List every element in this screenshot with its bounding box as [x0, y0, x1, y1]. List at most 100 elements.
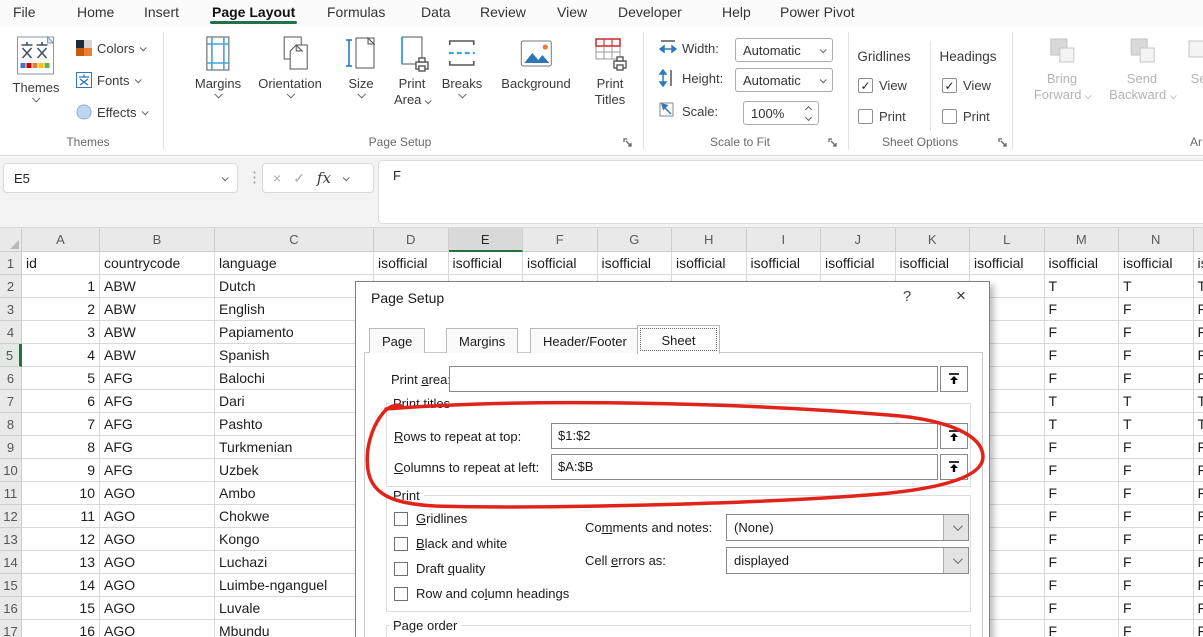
- cell-N2[interactable]: T: [1119, 275, 1194, 298]
- row-header-6[interactable]: 6: [0, 367, 22, 390]
- cell-N7[interactable]: T: [1119, 390, 1194, 413]
- cell-A4[interactable]: 3: [22, 321, 100, 344]
- cell-H1[interactable]: isofficial: [672, 252, 747, 275]
- cell-B10[interactable]: AFG: [100, 459, 215, 482]
- cell-K1[interactable]: isofficial: [896, 252, 971, 275]
- row-header-14[interactable]: 14: [0, 551, 22, 574]
- column-header-J[interactable]: J: [821, 228, 896, 252]
- cell-M13[interactable]: F: [1045, 528, 1120, 551]
- column-header-O[interactable]: O: [1194, 228, 1203, 252]
- cell-O12[interactable]: F: [1194, 505, 1203, 528]
- row-header-2[interactable]: 2: [0, 275, 22, 298]
- gridlines-print-checkbox[interactable]: Print: [858, 109, 906, 124]
- sheet-options-dialog-launcher[interactable]: [997, 137, 1009, 149]
- cell-O6[interactable]: F: [1194, 367, 1203, 390]
- cell-L1[interactable]: isofficial: [970, 252, 1045, 275]
- cell-N15[interactable]: F: [1119, 574, 1194, 597]
- column-header-F[interactable]: F: [523, 228, 598, 252]
- gridlines-view-checkbox[interactable]: ✓ View: [858, 78, 907, 93]
- cell-E1[interactable]: isofficial: [449, 252, 524, 275]
- row-header-15[interactable]: 15: [0, 574, 22, 597]
- dropdown-button[interactable]: [943, 515, 968, 540]
- cell-M8[interactable]: T: [1045, 413, 1120, 436]
- cell-N6[interactable]: F: [1119, 367, 1194, 390]
- cell-N9[interactable]: F: [1119, 436, 1194, 459]
- headings-print-checkbox[interactable]: Print: [942, 109, 990, 124]
- tab-margins[interactable]: Margins: [446, 328, 518, 353]
- cell-C5[interactable]: Spanish: [215, 344, 374, 367]
- row-header-17[interactable]: 17: [0, 620, 22, 637]
- cell-A10[interactable]: 9: [22, 459, 100, 482]
- cell-B3[interactable]: ABW: [100, 298, 215, 321]
- column-header-B[interactable]: B: [100, 228, 215, 252]
- cell-N1[interactable]: isofficial: [1119, 252, 1194, 275]
- colors-button[interactable]: Colors: [76, 40, 145, 56]
- cell-A7[interactable]: 6: [22, 390, 100, 413]
- cell-O15[interactable]: F: [1194, 574, 1203, 597]
- row-header-13[interactable]: 13: [0, 528, 22, 551]
- row-header-11[interactable]: 11: [0, 482, 22, 505]
- cell-A14[interactable]: 13: [22, 551, 100, 574]
- comments-and-notes-select[interactable]: (None): [726, 514, 969, 541]
- cell-A11[interactable]: 10: [22, 482, 100, 505]
- cell-C6[interactable]: Balochi: [215, 367, 374, 390]
- fonts-button[interactable]: Fonts: [76, 72, 140, 88]
- cell-A12[interactable]: 11: [22, 505, 100, 528]
- cell-N13[interactable]: F: [1119, 528, 1194, 551]
- cell-B5[interactable]: ABW: [100, 344, 215, 367]
- cell-C9[interactable]: Turkmenian: [215, 436, 374, 459]
- cell-B11[interactable]: AGO: [100, 482, 215, 505]
- row-header-16[interactable]: 16: [0, 597, 22, 620]
- orientation-button[interactable]: Orientation: [258, 35, 322, 98]
- width-select[interactable]: Automatic: [735, 38, 833, 62]
- cancel-icon[interactable]: ×: [273, 170, 281, 186]
- effects-button[interactable]: Effects: [76, 104, 147, 120]
- cell-M7[interactable]: T: [1045, 390, 1120, 413]
- close-icon[interactable]: ×: [948, 286, 974, 306]
- column-header-A[interactable]: A: [22, 228, 100, 252]
- cell-O10[interactable]: F: [1194, 459, 1203, 482]
- row-header-9[interactable]: 9: [0, 436, 22, 459]
- gridlines-checkbox[interactable]: Gridlines: [394, 511, 467, 526]
- cell-A1[interactable]: id: [22, 252, 100, 275]
- cell-F1[interactable]: isofficial: [523, 252, 598, 275]
- send-backward-button[interactable]: Send Backward: [1109, 35, 1175, 103]
- formula-bar-handle[interactable]: ⋮: [247, 168, 262, 186]
- cell-O5[interactable]: F: [1194, 344, 1203, 367]
- formula-input[interactable]: F: [378, 160, 1203, 224]
- cell-M4[interactable]: F: [1045, 321, 1120, 344]
- cell-M16[interactable]: F: [1045, 597, 1120, 620]
- cell-D1[interactable]: isofficial: [374, 252, 449, 275]
- cell-A6[interactable]: 5: [22, 367, 100, 390]
- cell-M15[interactable]: F: [1045, 574, 1120, 597]
- bring-forward-button[interactable]: Bring Forward: [1034, 35, 1090, 103]
- select-all-corner[interactable]: [0, 228, 22, 252]
- cell-C15[interactable]: Luimbe-nganguel: [215, 574, 374, 597]
- row-header-8[interactable]: 8: [0, 413, 22, 436]
- menu-tab-file[interactable]: File: [13, 4, 36, 20]
- cell-M17[interactable]: F: [1045, 620, 1120, 637]
- cell-M10[interactable]: F: [1045, 459, 1120, 482]
- cell-M2[interactable]: T: [1045, 275, 1120, 298]
- cell-O17[interactable]: F: [1194, 620, 1203, 637]
- cell-N16[interactable]: F: [1119, 597, 1194, 620]
- column-header-N[interactable]: N: [1119, 228, 1194, 252]
- insert-function-icon[interactable]: fx: [317, 169, 331, 187]
- row-header-12[interactable]: 12: [0, 505, 22, 528]
- cell-B13[interactable]: AGO: [100, 528, 215, 551]
- cell-A2[interactable]: 1: [22, 275, 100, 298]
- cell-B14[interactable]: AGO: [100, 551, 215, 574]
- tab-header-footer[interactable]: Header/Footer: [530, 328, 640, 353]
- menu-tab-developer[interactable]: Developer: [618, 4, 682, 20]
- cell-C10[interactable]: Uzbek: [215, 459, 374, 482]
- cell-C3[interactable]: English: [215, 298, 374, 321]
- cell-B16[interactable]: AGO: [100, 597, 215, 620]
- cell-C12[interactable]: Chokwe: [215, 505, 374, 528]
- cell-C17[interactable]: Mbundu: [215, 620, 374, 637]
- cell-C13[interactable]: Kongo: [215, 528, 374, 551]
- menu-tab-formulas[interactable]: Formulas: [327, 4, 385, 20]
- name-box[interactable]: E5: [3, 163, 238, 193]
- cell-C4[interactable]: Papiamento: [215, 321, 374, 344]
- cell-N14[interactable]: F: [1119, 551, 1194, 574]
- cell-C1[interactable]: language: [215, 252, 374, 275]
